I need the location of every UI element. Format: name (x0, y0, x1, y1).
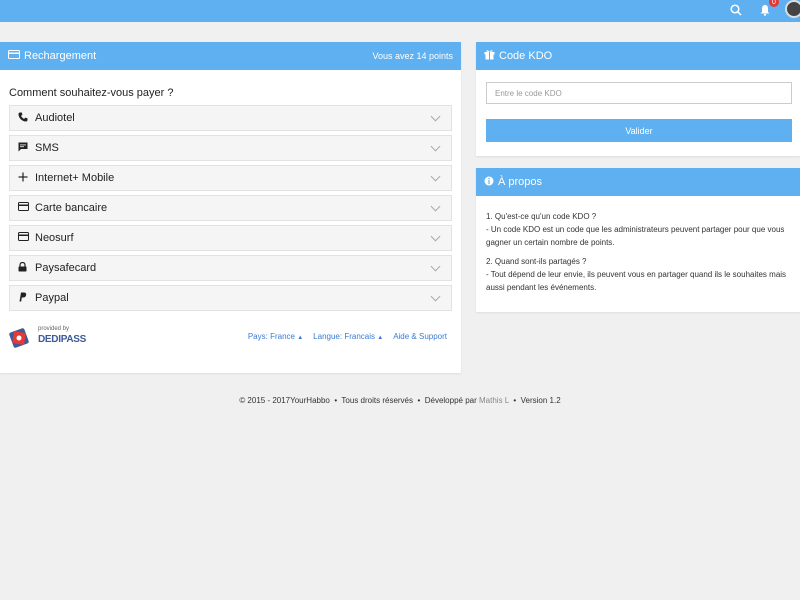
lock-icon (18, 261, 32, 275)
chevron-down-icon (430, 141, 441, 151)
method-label: Paysafecard (35, 262, 97, 274)
gift-icon (484, 49, 495, 63)
country-selector[interactable]: Pays: France ▲ (248, 332, 303, 341)
method-label: Carte bancaire (35, 202, 108, 214)
card-icon (18, 202, 32, 214)
recharge-title: Rechargement (24, 50, 97, 62)
chevron-down-icon (430, 291, 441, 301)
rights-text: Tous droits réservés (341, 396, 414, 405)
faq-answer-1: - Un code KDO est un code que les admini… (486, 225, 785, 247)
payment-question: Comment souhaitez-vous payer ? (9, 87, 174, 99)
credit-card-icon (8, 50, 20, 62)
recharge-header: Rechargement Vous avez 14 points (0, 42, 461, 70)
site-footer: © 2015 - 2017YourHabbo • Tous droits rés… (239, 396, 561, 405)
dedipass-logo-icon (9, 328, 29, 348)
card-icon (18, 232, 32, 244)
author-link[interactable]: Mathis L (479, 396, 509, 405)
about-panel: À propos 1. Qu'est-ce qu'un code KDO ? -… (476, 168, 800, 312)
plus-icon (18, 172, 32, 185)
dev-prefix: Développé par (424, 396, 477, 405)
about-title: À propos (498, 176, 543, 188)
chevron-down-icon (430, 231, 441, 241)
kdo-panel: Code KDO Valider (476, 42, 800, 156)
language-selector[interactable]: Langue: Francais ▲ (313, 332, 383, 341)
faq-answer-2: - Tout dépend de leur envie, ils peuvent… (486, 270, 787, 292)
method-label: Neosurf (35, 232, 74, 244)
avatar[interactable] (785, 0, 800, 18)
points-text: Vous avez 14 points (372, 51, 453, 61)
help-link[interactable]: Aide & Support (393, 332, 447, 341)
bell-icon[interactable]: 0 (757, 0, 779, 18)
payment-method-paypal[interactable]: Paypal (9, 285, 452, 311)
method-label: Audiotel (35, 112, 75, 124)
payment-method-sms[interactable]: SMS (9, 135, 452, 161)
search-icon[interactable] (728, 2, 744, 18)
chevron-down-icon (430, 111, 441, 121)
about-header: À propos (476, 168, 800, 196)
recharge-panel: Rechargement Vous avez 14 points Comment… (0, 42, 461, 373)
method-label: Paypal (35, 292, 69, 304)
phone-icon (18, 112, 32, 125)
payment-method-paysafecard[interactable]: Paysafecard (9, 255, 452, 281)
chevron-down-icon (430, 201, 441, 211)
payment-method-audiotel[interactable]: Audiotel (9, 105, 452, 131)
provider-name: DEDIPASS (38, 334, 86, 345)
payment-methods-list: Audiotel SMS Internet+ Mobile Carte banc… (0, 105, 461, 311)
country-label: Pays: France (247, 332, 295, 341)
method-label: SMS (35, 142, 59, 154)
payment-method-internet-plus[interactable]: Internet+ Mobile (9, 165, 452, 191)
chat-icon (18, 142, 32, 155)
validate-button[interactable]: Valider (486, 119, 792, 142)
provider-caption: provided by (38, 326, 70, 332)
kdo-code-input[interactable] (486, 82, 792, 104)
faq-question-2: 2. Quand sont-ils partagés ? (486, 257, 587, 266)
caret-up-icon: ▲ (377, 335, 384, 341)
kdo-header: Code KDO (476, 42, 800, 70)
recharge-footer-links: Pays: France ▲ Langue: Francais ▲ Aide &… (248, 332, 447, 341)
payment-method-carte-bancaire[interactable]: Carte bancaire (9, 195, 452, 221)
payment-method-neosurf[interactable]: Neosurf (9, 225, 452, 251)
about-body: 1. Qu'est-ce qu'un code KDO ? - Un code … (476, 196, 800, 314)
info-icon (484, 176, 494, 189)
top-navbar: 0 (0, 0, 800, 22)
copyright-text: © 2015 - 2017YourHabbo (239, 396, 330, 405)
notification-badge: 0 (769, 0, 779, 7)
caret-up-icon: ▲ (297, 335, 304, 341)
language-label: Langue: Francais (313, 332, 375, 341)
version-text: Version 1.2 (520, 396, 561, 405)
chevron-down-icon (430, 261, 441, 271)
chevron-down-icon (430, 171, 441, 181)
kdo-title: Code KDO (499, 50, 553, 62)
dedipass-logo[interactable]: provided by DEDIPASS (8, 325, 88, 351)
method-label: Internet+ Mobile (35, 172, 115, 184)
faq-question-1: 1. Qu'est-ce qu'un code KDO ? (486, 212, 597, 221)
paypal-icon (18, 292, 32, 305)
